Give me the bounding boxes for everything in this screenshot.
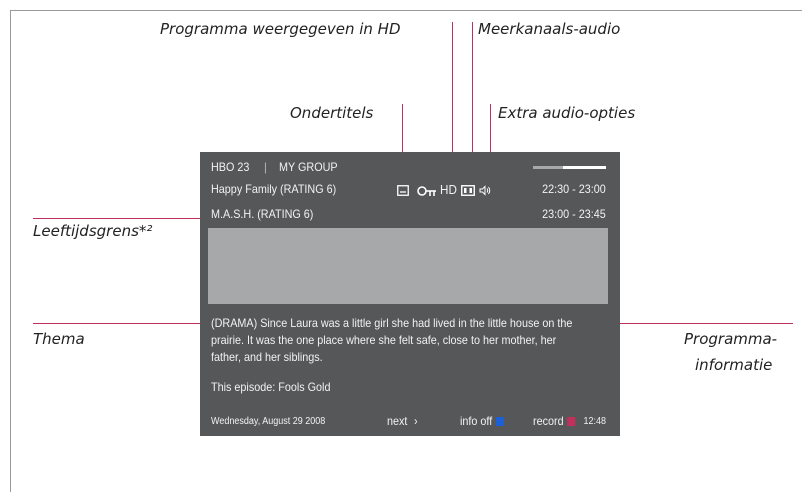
tv-info-screen: HBO 23 | MY GROUP Happy Family (RATING 6… [200,152,620,436]
channel-name: HBO 23 [211,160,250,174]
label-program-info-1: Programma- [684,330,778,348]
key-icon [417,186,436,196]
progress-bar-remaining [563,166,606,169]
next-label: next [387,414,408,428]
current-program-time: 22:30 - 23:00 [542,182,606,196]
program-highlight-area [208,228,608,304]
blue-key-icon [495,417,504,426]
next-arrow-icon: › [414,414,418,428]
episode-title: This episode: Fools Gold [211,380,331,394]
label-program-info-2: informatie [695,356,773,374]
description-line: (DRAMA) Since Laura was a little girl sh… [211,316,573,330]
hd-indicator: HD [440,182,457,197]
pointer-theme-line [33,323,211,324]
record-button[interactable]: record [533,414,576,428]
label-multichannel-audio: Meerkanaals-audio [478,20,621,38]
description-line: father, and her siblings. [211,350,323,364]
label-subtitles: Ondertitels [290,104,374,122]
next-button[interactable]: next › [387,414,418,428]
progress-bar-elapsed [533,166,563,169]
pointer-program-info-line [606,323,793,324]
label-theme: Thema [33,330,85,348]
program-description: (DRAMA) Since Laura was a little girl sh… [211,315,598,366]
next-program-time: 23:00 - 23:45 [542,207,606,221]
dual-audio-icon [461,185,475,196]
label-hd: Programma weergegeven in HD [160,20,401,38]
next-program: M.A.S.H. (RATING 6) [211,207,314,221]
label-extra-audio: Extra audio-opties [498,104,636,122]
broadcast-date: Wednesday, August 29 2008 [211,416,326,427]
record-label: record [533,414,564,428]
red-key-icon [567,417,576,426]
channel-separator: | [264,160,267,174]
info-off-label: info off [460,414,493,428]
channel-group: MY GROUP [279,160,338,174]
subtitle-icon [397,185,409,196]
description-line: prairie. It was the one place where she … [211,333,557,347]
label-age-limit: Leeftijdsgrens*² [33,222,153,240]
speaker-icon [479,185,491,196]
current-program: Happy Family (RATING 6) [211,182,337,196]
clock: 12:48 [583,416,606,427]
info-off-button[interactable]: info off [460,414,504,428]
